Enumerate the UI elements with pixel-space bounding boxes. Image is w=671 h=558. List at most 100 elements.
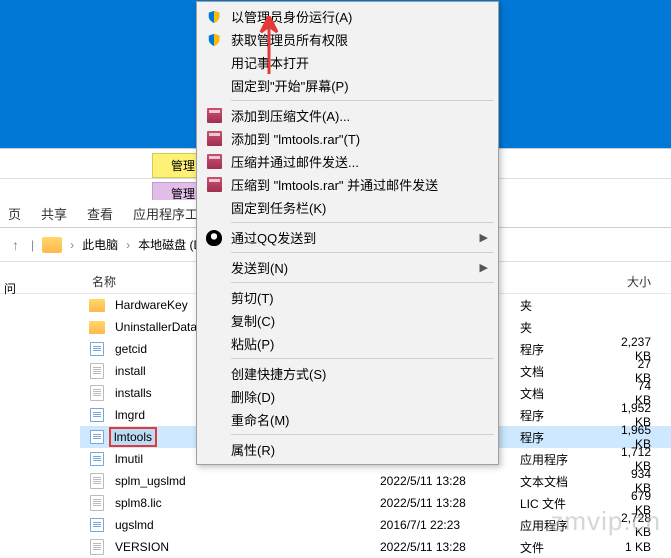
txt-icon [88,473,106,489]
app-icon [88,429,106,445]
file-row[interactable]: VERSION2022/5/11 13:28文件1 KB [80,536,671,558]
menu-item[interactable]: 复制(C) [199,309,496,332]
nav-sep: | [31,238,34,252]
menu-item[interactable]: 删除(D) [199,385,496,408]
menu-separator [231,282,494,283]
menu-item-label: 添加到 "lmtools.rar"(T) [231,129,360,148]
context-menu: 以管理员身份运行(A) 获取管理员所有权限用记事本打开固定到"开始"屏幕(P) 添加… [196,1,499,465]
txt-icon [88,495,106,511]
file-size: 2,728 KB [620,511,671,539]
menu-item[interactable]: 压缩并通过邮件发送... [199,150,496,173]
file-name: VERSION [112,539,380,555]
file-date: 2022/5/11 13:28 [380,474,520,488]
app-icon [88,451,106,467]
chevron-right-icon: › [70,238,74,252]
file-type: 文本文档 [520,473,620,490]
tab-home[interactable]: 页 [8,204,21,223]
menu-separator [231,252,494,253]
qq-icon [205,229,223,247]
menu-item[interactable]: 粘贴(P) [199,332,496,355]
chevron-right-icon: ▶ [480,261,488,274]
file-name: splm8.lic [112,495,380,511]
file-date: 2022/5/11 13:28 [380,540,520,554]
folder-icon [42,237,62,253]
menu-item-label: 添加到压缩文件(A)... [231,106,350,125]
shield-icon [205,31,223,49]
menu-item-label: 剪切(T) [231,288,274,307]
menu-separator [231,100,494,101]
file-row[interactable]: ugslmd2016/7/1 22:23应用程序2,728 KB [80,514,671,536]
file-type: 夹 [520,297,620,314]
menu-separator [231,434,494,435]
menu-item[interactable]: 用记事本打开 [199,51,496,74]
menu-item-label: 固定到"开始"屏幕(P) [231,76,349,95]
file-row[interactable]: splm_ugslmd2022/5/11 13:28文本文档934 KB [80,470,671,492]
menu-item[interactable]: 属性(R) [199,438,496,461]
menu-item-label: 重命名(M) [231,410,290,429]
menu-item[interactable]: 添加到压缩文件(A)... [199,104,496,127]
file-type: 程序 [520,429,620,446]
txt-icon [88,539,106,555]
file-name: splm_ugslmd [112,473,380,489]
file-type: 夹 [520,319,620,336]
menu-item-label: 压缩到 "lmtools.rar" 并通过邮件发送 [231,175,438,194]
rar-icon [205,107,223,125]
header-size[interactable]: 大小 [598,273,671,290]
folder-icon [88,297,106,313]
file-name: ugslmd [112,517,380,533]
file-type: 应用程序 [520,517,620,534]
tab-share[interactable]: 共享 [41,204,67,223]
file-date: 2022/5/11 13:28 [380,496,520,510]
shield-icon [205,8,223,26]
app-icon [88,407,106,423]
menu-item-label: 获取管理员所有权限 [231,30,348,49]
menu-item[interactable]: 以管理员身份运行(A) [199,5,496,28]
txt-icon [88,363,106,379]
menu-item-label: 以管理员身份运行(A) [231,7,352,26]
menu-item[interactable]: 压缩到 "lmtools.rar" 并通过邮件发送 [199,173,496,196]
menu-item[interactable]: 添加到 "lmtools.rar"(T) [199,127,496,150]
chevron-right-icon: ▶ [480,231,488,244]
tab-apptools[interactable]: 应用程序工 [133,204,198,223]
file-type: LIC 文件 [520,495,620,512]
tab-view[interactable]: 查看 [87,204,113,223]
annotation-arrow [258,16,280,77]
menu-item-label: 固定到任务栏(K) [231,198,326,217]
nav-up-icon[interactable]: ↑ [8,237,23,253]
leftpane-label: 问 [4,280,16,297]
breadcrumb-pc[interactable]: 此电脑 [82,236,118,253]
app-icon [88,341,106,357]
menu-item[interactable]: 发送到(N) ▶ [199,256,496,279]
txt-icon [88,385,106,401]
file-type: 文件 [520,539,620,556]
app-icon [88,517,106,533]
menu-item-label: 复制(C) [231,311,275,330]
menu-item-label: 通过QQ发送到 [231,228,316,247]
menu-item[interactable]: 重命名(M) [199,408,496,431]
rar-icon [205,130,223,148]
menu-item-label: 发送到(N) [231,258,288,277]
menu-separator [231,358,494,359]
file-type: 文档 [520,363,620,380]
menu-item[interactable]: 通过QQ发送到 ▶ [199,226,496,249]
file-size: 1 KB [620,540,671,554]
folder-icon [88,319,106,335]
file-type: 应用程序 [520,451,620,468]
menu-item-label: 粘贴(P) [231,334,274,353]
menu-separator [231,222,494,223]
menu-item[interactable]: 固定到"开始"屏幕(P) [199,74,496,97]
file-type: 程序 [520,341,620,358]
menu-item[interactable]: 获取管理员所有权限 [199,28,496,51]
rar-icon [205,153,223,171]
file-type: 文档 [520,385,620,402]
menu-item-label: 属性(R) [231,440,275,459]
file-row[interactable]: splm8.lic2022/5/11 13:28LIC 文件679 KB [80,492,671,514]
chevron-right-icon: › [126,238,130,252]
menu-item[interactable]: 剪切(T) [199,286,496,309]
menu-item-label: 压缩并通过邮件发送... [231,152,359,171]
file-type: 程序 [520,407,620,424]
menu-item[interactable]: 固定到任务栏(K) [199,196,496,219]
rar-icon [205,176,223,194]
menu-item[interactable]: 创建快捷方式(S) [199,362,496,385]
menu-item-label: 创建快捷方式(S) [231,364,326,383]
